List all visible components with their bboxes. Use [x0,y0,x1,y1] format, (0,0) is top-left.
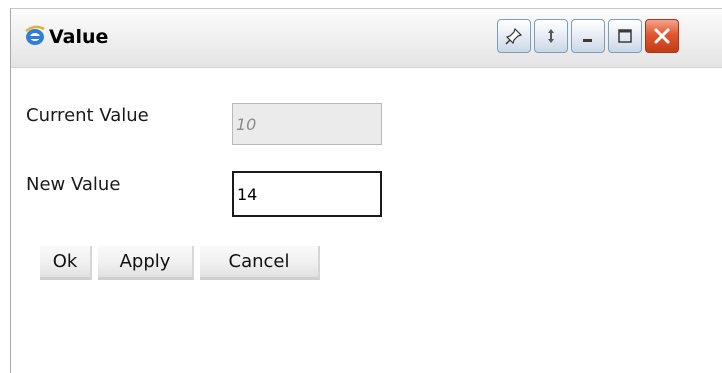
cancel-button[interactable]: Cancel [200,246,320,280]
pin-button[interactable] [497,19,531,53]
minimize-icon [579,27,597,45]
title-bar[interactable]: Value [11,9,722,68]
new-value-input[interactable] [232,171,382,217]
minimize-button[interactable] [571,19,605,53]
page: Value Current Value 10 New Value 14 Ok A… [0,0,722,373]
value-dialog: Value Current Value 10 New Value 14 Ok A… [10,8,722,373]
pin-icon [505,27,523,45]
maximize-button[interactable] [608,19,642,53]
refresh-button[interactable] [534,19,568,53]
ok-button[interactable]: Ok [40,246,92,280]
internet-explorer-icon [24,25,46,47]
maximize-icon [616,27,634,45]
current-value-label: Current Value [26,105,149,126]
new-value-label: New Value [26,174,121,195]
current-value-field [232,103,382,145]
window-title: Value [49,26,109,48]
apply-button[interactable]: Apply [98,246,194,280]
refresh-icon [542,27,560,45]
close-icon [653,27,671,45]
close-button[interactable] [645,19,679,53]
